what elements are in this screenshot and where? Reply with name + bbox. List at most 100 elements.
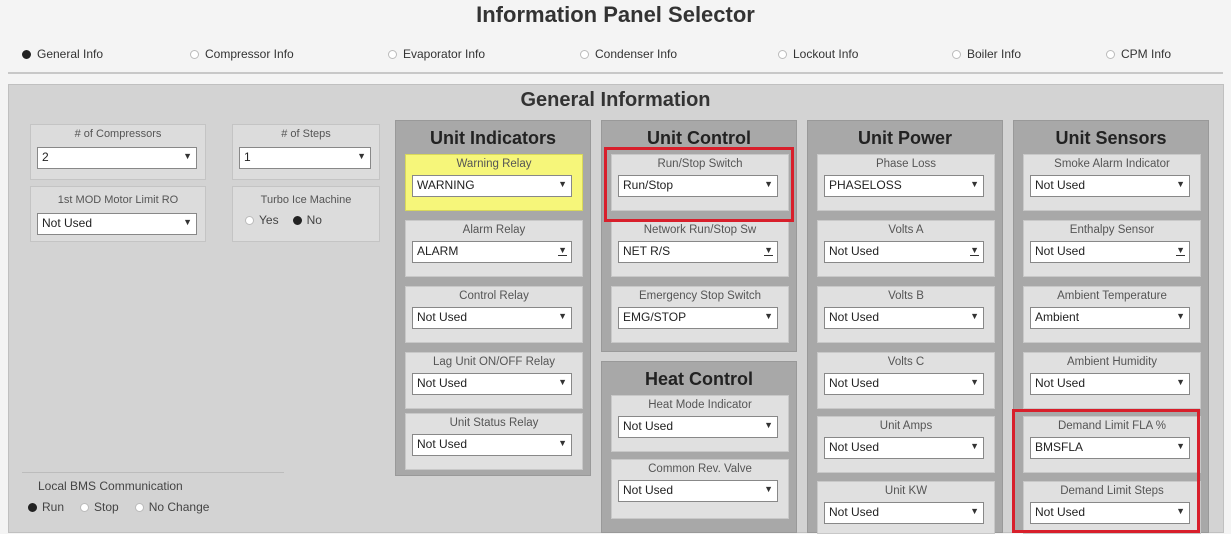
chevron-down-icon[interactable]: ▼	[764, 245, 773, 256]
chevron-down-icon[interactable]: ▼	[764, 311, 773, 321]
bms-stop-radio[interactable]: Stop	[80, 500, 119, 514]
chevron-down-icon[interactable]: ▼	[183, 217, 192, 227]
card-label: Enthalpy Sensor	[1069, 224, 1155, 236]
chevron-down-icon[interactable]: ▼	[970, 377, 979, 387]
chevron-down-icon[interactable]: ▼	[970, 179, 979, 189]
chevron-down-icon[interactable]: ▼	[970, 311, 979, 321]
radio-label: Boiler Info	[967, 47, 1022, 61]
radio-cpm-info[interactable]: CPM Info	[1106, 47, 1171, 61]
compressors-select[interactable]: 2 ▼	[37, 147, 197, 169]
radio-dot[interactable]	[190, 49, 199, 59]
card-label: Volts C	[887, 356, 925, 368]
card-label: Smoke Alarm Indicator	[1054, 158, 1170, 170]
volts-c-select[interactable]: Not Used ▼	[824, 373, 984, 395]
radio-dot[interactable]	[245, 215, 254, 225]
panel-title: General Information	[520, 89, 711, 111]
smoke-alarm-select[interactable]: Not Used ▼	[1030, 175, 1190, 197]
first-mod-label: 1st MOD Motor Limit RO	[57, 194, 179, 206]
card-label: Common Rev. Valve	[648, 463, 752, 475]
chevron-down-icon[interactable]: ▼	[558, 438, 567, 448]
radio-dot[interactable]	[134, 502, 144, 512]
heat-control-title: Heat Control	[645, 369, 753, 389]
chevron-down-icon[interactable]: ▼	[764, 420, 773, 430]
ambient-temperature-select[interactable]: Ambient ▼	[1030, 307, 1190, 329]
unit-control-title: Unit Control	[647, 128, 751, 148]
radio-dot[interactable]	[292, 215, 302, 225]
compressors-label: # of Compressors	[74, 128, 162, 140]
chevron-down-icon[interactable]: ▼	[558, 179, 567, 189]
chevron-down-icon[interactable]: ▼	[558, 311, 567, 321]
unit-amps-select[interactable]: Not Used ▼	[824, 437, 984, 459]
phase-loss-select[interactable]: PHASELOSS ▼	[824, 175, 984, 197]
radio-general-info[interactable]: General Info	[22, 47, 103, 61]
combo-value: PHASELOSS	[829, 178, 902, 192]
combo-value: Ambient	[1035, 310, 1080, 324]
chevron-down-icon[interactable]: ▼	[970, 245, 979, 256]
radio-dot[interactable]	[388, 49, 397, 59]
steps-select[interactable]: 1 ▼	[239, 147, 371, 169]
radio-boiler-info[interactable]: Boiler Info	[952, 47, 1021, 61]
bms-divider	[22, 472, 284, 473]
radio-label: Condenser Info	[595, 47, 678, 61]
ambient-temperature-card: Ambient Temperature Ambient ▼	[1023, 286, 1201, 343]
chevron-down-icon[interactable]: ▼	[558, 245, 567, 256]
ambient-humidity-select[interactable]: Not Used ▼	[1030, 373, 1190, 395]
radio-evaporator-info[interactable]: Evaporator Info	[388, 47, 485, 61]
radio-dot[interactable]	[952, 49, 961, 59]
warning-relay-select[interactable]: WARNING ▼	[412, 175, 572, 197]
radio-label: Lockout Info	[793, 47, 859, 61]
chevron-down-icon[interactable]: ▼	[558, 377, 567, 387]
radio-dot[interactable]	[1106, 49, 1115, 59]
chevron-down-icon[interactable]: ▼	[1176, 179, 1185, 189]
volts-b-select[interactable]: Not Used ▼	[824, 307, 984, 329]
alarm-relay-select[interactable]: ALARM ▼	[412, 241, 572, 263]
radio-dot[interactable]	[80, 502, 90, 512]
radio-dot[interactable]	[580, 49, 589, 59]
heat-mode-select[interactable]: Not Used ▼	[618, 416, 778, 438]
turbo-radios: Yes No	[245, 213, 322, 227]
emergency-stop-select[interactable]: EMG/STOP ▼	[618, 307, 778, 329]
radio-dot[interactable]	[22, 49, 31, 59]
radio-lockout-info[interactable]: Lockout Info	[778, 47, 858, 61]
combo-value: EMG/STOP	[623, 310, 687, 324]
unit-kw-select[interactable]: Not Used ▼	[824, 502, 984, 524]
turbo-no-radio[interactable]: No	[292, 213, 322, 227]
first-mod-select[interactable]: Not Used ▼	[37, 213, 197, 235]
emergency-stop-card: Emergency Stop Switch EMG/STOP ▼	[611, 286, 789, 343]
run-stop-highlight	[604, 147, 794, 222]
combo-value: Not Used	[417, 310, 468, 324]
combo-value: 2	[42, 150, 49, 164]
bms-nochange-radio[interactable]: No Change	[134, 500, 209, 514]
card-label: Volts A	[888, 224, 924, 236]
lag-unit-relay-select[interactable]: Not Used ▼	[412, 373, 572, 395]
network-run-stop-select[interactable]: NET R/S ▼	[618, 241, 778, 263]
combo-value: Not Used	[829, 244, 880, 258]
chevron-down-icon[interactable]: ▼	[970, 506, 979, 516]
chevron-down-icon[interactable]: ▼	[1176, 245, 1185, 256]
unit-status-relay-select[interactable]: Not Used ▼	[412, 434, 572, 456]
card-label: Network Run/Stop Sw	[643, 224, 757, 236]
card-label: Heat Mode Indicator	[648, 399, 752, 411]
radio-condenser-info[interactable]: Condenser Info	[580, 47, 677, 61]
unit-indicators-group: Unit Indicators Warning Relay WARNING ▼ A…	[395, 120, 591, 476]
control-relay-card: Control Relay Not Used ▼	[405, 286, 583, 343]
chevron-down-icon[interactable]: ▼	[1176, 377, 1185, 387]
bms-run-radio[interactable]: Run	[28, 500, 64, 514]
radio-compressor-info[interactable]: Compressor Info	[190, 47, 294, 61]
chevron-down-icon[interactable]: ▼	[764, 484, 773, 494]
chevron-down-icon[interactable]: ▼	[183, 151, 192, 161]
chevron-down-icon[interactable]: ▼	[1176, 311, 1185, 321]
turbo-yes-radio[interactable]: Yes	[245, 213, 279, 227]
chevron-down-icon[interactable]: ▼	[357, 151, 366, 161]
radio-dot[interactable]	[28, 502, 37, 512]
volts-a-card: Volts A Not Used ▼	[817, 220, 995, 277]
chevron-down-icon[interactable]: ▼	[970, 441, 979, 451]
radio-dot[interactable]	[778, 49, 787, 59]
combo-value: Not Used	[829, 310, 880, 324]
volts-a-select[interactable]: Not Used ▼	[824, 241, 984, 263]
enthalpy-sensor-select[interactable]: Not Used ▼	[1030, 241, 1190, 263]
unit-power-title: Unit Power	[857, 128, 952, 148]
common-rev-valve-select[interactable]: Not Used ▼	[618, 480, 778, 502]
control-relay-select[interactable]: Not Used ▼	[412, 307, 572, 329]
steps-box: # of Steps 1 ▼	[232, 124, 380, 180]
